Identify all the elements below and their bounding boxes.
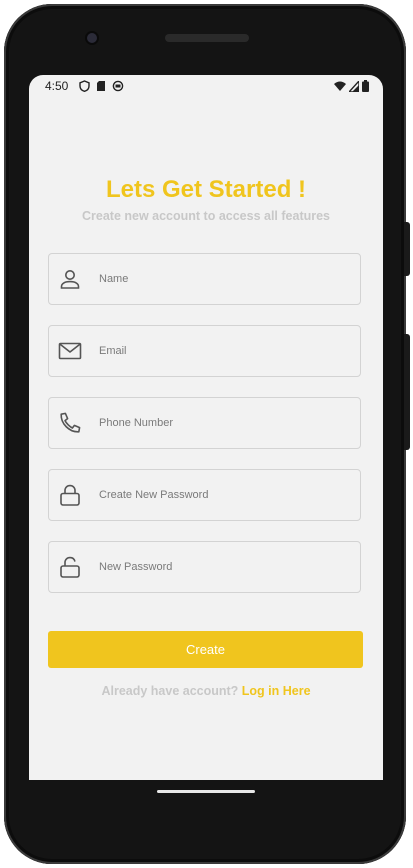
lock-icon: [58, 483, 82, 507]
login-link[interactable]: Log in Here: [242, 684, 311, 698]
status-time: 4:50: [45, 79, 69, 93]
sd-card-icon: [96, 80, 106, 92]
new-password-field[interactable]: New Password: [48, 541, 361, 593]
signal-icon: [349, 80, 359, 92]
app-screen: 4:50 Lets Get Started ! Create new accou…: [29, 75, 383, 780]
create-password-placeholder: Create New Password: [99, 489, 209, 501]
login-prompt: Already have account? Log in Here: [29, 684, 383, 698]
status-system-icons: [334, 79, 369, 93]
volume-button: [404, 334, 410, 450]
battery-icon: [362, 80, 369, 92]
new-password-placeholder: New Password: [99, 561, 173, 573]
create-password-field[interactable]: Create New Password: [48, 469, 361, 521]
create-button[interactable]: Create: [48, 631, 363, 668]
home-indicator[interactable]: [157, 790, 255, 793]
phone-field[interactable]: Phone Number: [48, 397, 361, 449]
front-camera: [87, 33, 97, 43]
wifi-icon: [334, 81, 346, 92]
name-placeholder: Name: [99, 273, 129, 285]
status-notification-icons: [79, 79, 124, 93]
login-question: Already have account?: [101, 684, 242, 698]
phone-icon: [58, 411, 82, 435]
earpiece-speaker: [165, 34, 249, 42]
page-title: Lets Get Started !: [105, 176, 307, 203]
phone-placeholder: Phone Number: [99, 417, 173, 429]
email-field[interactable]: Email: [48, 325, 361, 377]
page-subtitle: Create new account to access all feature…: [81, 209, 331, 223]
name-field[interactable]: Name: [48, 253, 361, 305]
sync-icon: [112, 80, 124, 92]
unlock-icon: [58, 555, 82, 579]
person-icon: [58, 267, 82, 291]
mail-icon: [58, 339, 82, 363]
power-button: [404, 222, 410, 276]
status-bar: 4:50: [29, 75, 383, 97]
email-placeholder: Email: [99, 345, 127, 357]
shield-icon: [79, 80, 90, 92]
